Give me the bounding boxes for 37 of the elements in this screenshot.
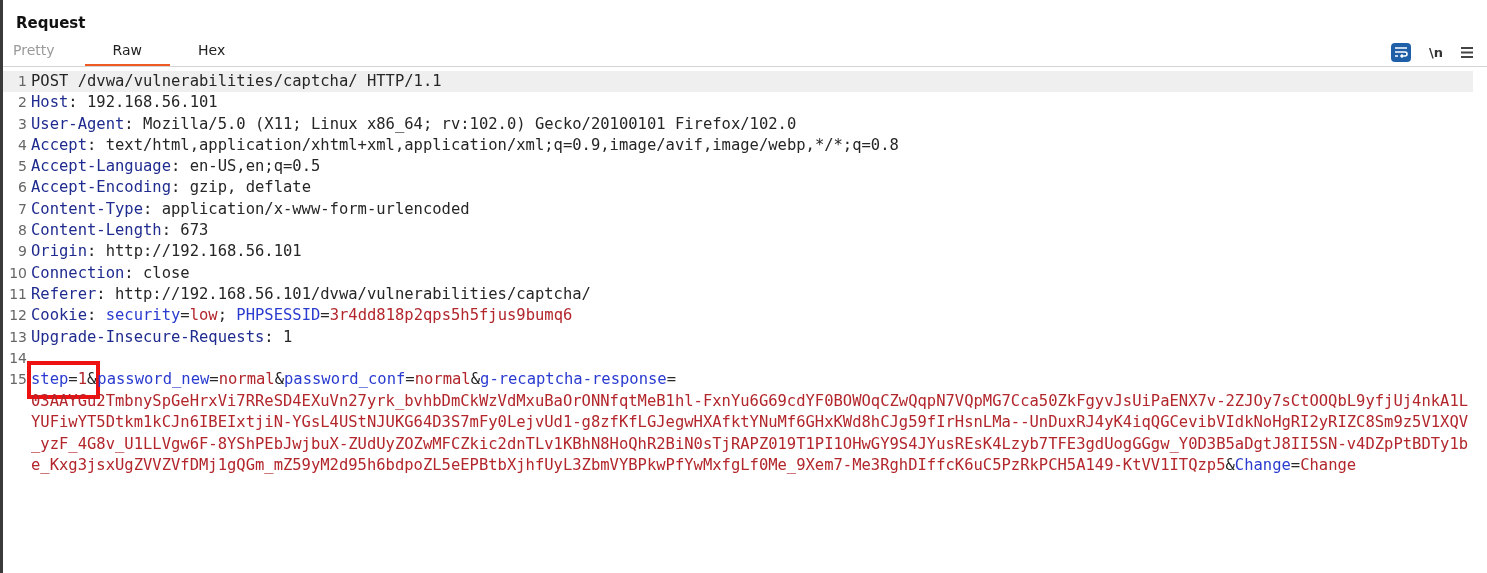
code-line: User-Agent: Mozilla/5.0 (X11; Linux x86_64; rv:102.0) Gecko/20100101 Firefox/102.0: [31, 113, 797, 135]
line-number: 11: [8, 284, 28, 304]
line-number: 12: [8, 306, 28, 326]
code-line: e_Kxg3jsxUgZVVZVfDMj1gQGm_mZ59yM2d95h6bdpoZL5eEPBtbXjhfUyL3ZbmVYBPkwPfYwMxfgLf0Me_9Xem7-Me3RghDIffcK6uC5PzRkPCH5A149-KtVV1ITQzp5&Change=Change: [31, 455, 1357, 477]
tab[interactable]: Hex: [170, 36, 254, 66]
tab[interactable]: Raw: [84, 36, 170, 66]
panel-title: Request: [15, 13, 87, 34]
line-number: 10: [8, 263, 28, 283]
wrap-lines-button[interactable]: [1391, 42, 1411, 62]
code-line: Cookie: security=low; PHPSESSID=3r4dd818p2qps5h5fjus9bumq6: [31, 305, 573, 327]
line-number: 3: [17, 114, 28, 134]
code-line: Connection: close: [31, 262, 190, 284]
code-line: Accept-Encoding: gzip, deflate: [31, 177, 311, 199]
menu-icon[interactable]: [1461, 46, 1473, 58]
code-line: Accept-Language: en-US,en;q=0.5: [31, 156, 321, 178]
line-number: 4: [17, 135, 28, 155]
code-line: YUFiwYT5Dtkm1kCJn6IBEIxtjiN-YGsL4UStNJUKG64D3S7mFy0LejvUd1-g8zfKfLGJegwHXAfktYNuMf6GHxKWd8hCJg59fIrHsnLMa--UnDuxRJ4yK4iqQGCevibVIdkNoHgRI2yRIZC8Sm9z5V1XQV: [31, 412, 1469, 434]
line-number: 2: [17, 93, 28, 113]
code-line: _yzF_4G8v_U1LLVgw6F-8YShPEbJwjbuX-ZUdUyZOZwMFCZkic2dnTLv1KBhN8HoQhR2BiN0sTjRAPZ019T1PI1OHwGY9S4JYusREsK4Lzyb7TFE3gdUogGGgw_Y0D3B5aDgtJ8II5SN-v4DZpPtBDTy1b: [31, 433, 1469, 455]
line-number: 9: [17, 242, 28, 262]
line-number: 15: [8, 370, 28, 390]
code-line: Host: 192.168.56.101: [31, 92, 218, 114]
code-line: POST /dvwa/vulnerabilities/captcha/ HTTP/1.1: [31, 71, 442, 92]
line-number: 6: [17, 178, 28, 198]
code-line: Content-Type: application/x-www-form-urlencoded: [31, 198, 470, 220]
line-number: 5: [17, 157, 28, 177]
newline-toggle[interactable]: \n: [1427, 43, 1445, 61]
line-number: 7: [17, 199, 28, 219]
code-line: Origin: http://192.168.56.101: [31, 241, 302, 263]
line-number: 14: [8, 348, 28, 368]
code-line: Content-Length: 673: [31, 220, 209, 242]
code-line: Referer: http://192.168.56.101/dvwa/vulnerabilities/captcha/: [31, 283, 591, 305]
code-line: Upgrade-Insecure-Requests: 1: [31, 326, 293, 348]
code-line: Accept: text/html,application/xhtml+xml,application/xml;q=0.9,image/avif,image/webp,*/*;q=0.8: [31, 134, 899, 156]
line-number: 1: [17, 72, 28, 91]
line-number: 13: [8, 327, 28, 347]
line-number: 8: [17, 221, 28, 241]
